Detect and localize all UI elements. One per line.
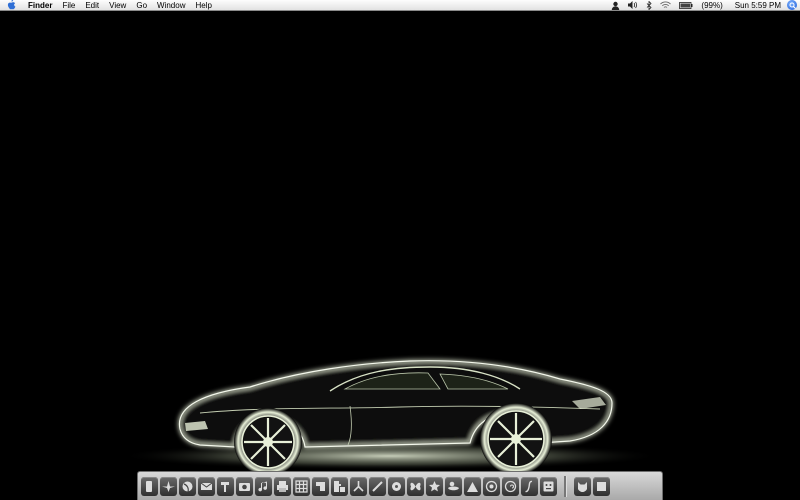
star-icon[interactable] bbox=[426, 476, 443, 496]
gear-flower-icon[interactable] bbox=[388, 476, 405, 496]
hammer-icon[interactable] bbox=[217, 476, 234, 496]
script-icon[interactable] bbox=[521, 476, 538, 496]
trash-icon[interactable] bbox=[593, 476, 610, 496]
puzzle-icon[interactable] bbox=[331, 476, 348, 496]
calculator-icon[interactable] bbox=[540, 476, 557, 496]
butterfly-icon[interactable] bbox=[407, 476, 424, 496]
user-icon[interactable] bbox=[611, 0, 620, 10]
brush-icon[interactable] bbox=[369, 476, 386, 496]
menu-help[interactable]: Help bbox=[190, 0, 216, 11]
dock bbox=[137, 471, 663, 500]
spiral-icon[interactable] bbox=[502, 476, 519, 496]
bluetooth-icon[interactable] bbox=[646, 0, 652, 10]
cat-icon[interactable] bbox=[574, 476, 591, 496]
volume-icon[interactable] bbox=[628, 0, 638, 10]
mountain-icon[interactable] bbox=[464, 476, 481, 496]
menu-clock[interactable]: Sun 5:59 PM bbox=[735, 1, 781, 10]
share-icon[interactable] bbox=[350, 476, 367, 496]
menu-file[interactable]: File bbox=[57, 0, 80, 11]
aperture-icon[interactable] bbox=[483, 476, 500, 496]
menu-app-finder[interactable]: Finder bbox=[23, 0, 57, 11]
battery-icon[interactable] bbox=[679, 0, 693, 10]
globe-icon[interactable] bbox=[179, 476, 196, 496]
printer-icon[interactable] bbox=[274, 476, 291, 496]
menu-go[interactable]: Go bbox=[131, 0, 152, 11]
menu-window[interactable]: Window bbox=[152, 0, 190, 11]
spotlight-icon[interactable] bbox=[787, 0, 797, 10]
front-wheel bbox=[234, 408, 302, 476]
menu-bar: Finder File Edit View Go Window Help (99… bbox=[0, 0, 800, 11]
dock-separator bbox=[564, 475, 567, 497]
wifi-icon[interactable] bbox=[660, 0, 672, 10]
car-sketch bbox=[120, 359, 660, 476]
desktop-wallpaper bbox=[120, 359, 660, 476]
apple-menu-icon[interactable] bbox=[6, 0, 16, 10]
duck-icon[interactable] bbox=[445, 476, 462, 496]
rear-wheel bbox=[480, 403, 552, 475]
compass-icon[interactable] bbox=[160, 476, 177, 496]
camera-icon[interactable] bbox=[236, 476, 253, 496]
mail-icon[interactable] bbox=[198, 476, 215, 496]
finder-icon[interactable] bbox=[141, 476, 158, 496]
terminal-icon[interactable] bbox=[312, 476, 329, 496]
grid-icon[interactable] bbox=[293, 476, 310, 496]
menu-edit[interactable]: Edit bbox=[80, 0, 104, 11]
music-note-icon[interactable] bbox=[255, 476, 272, 496]
menu-view[interactable]: View bbox=[104, 0, 131, 11]
battery-percent: (99%) bbox=[701, 0, 723, 10]
